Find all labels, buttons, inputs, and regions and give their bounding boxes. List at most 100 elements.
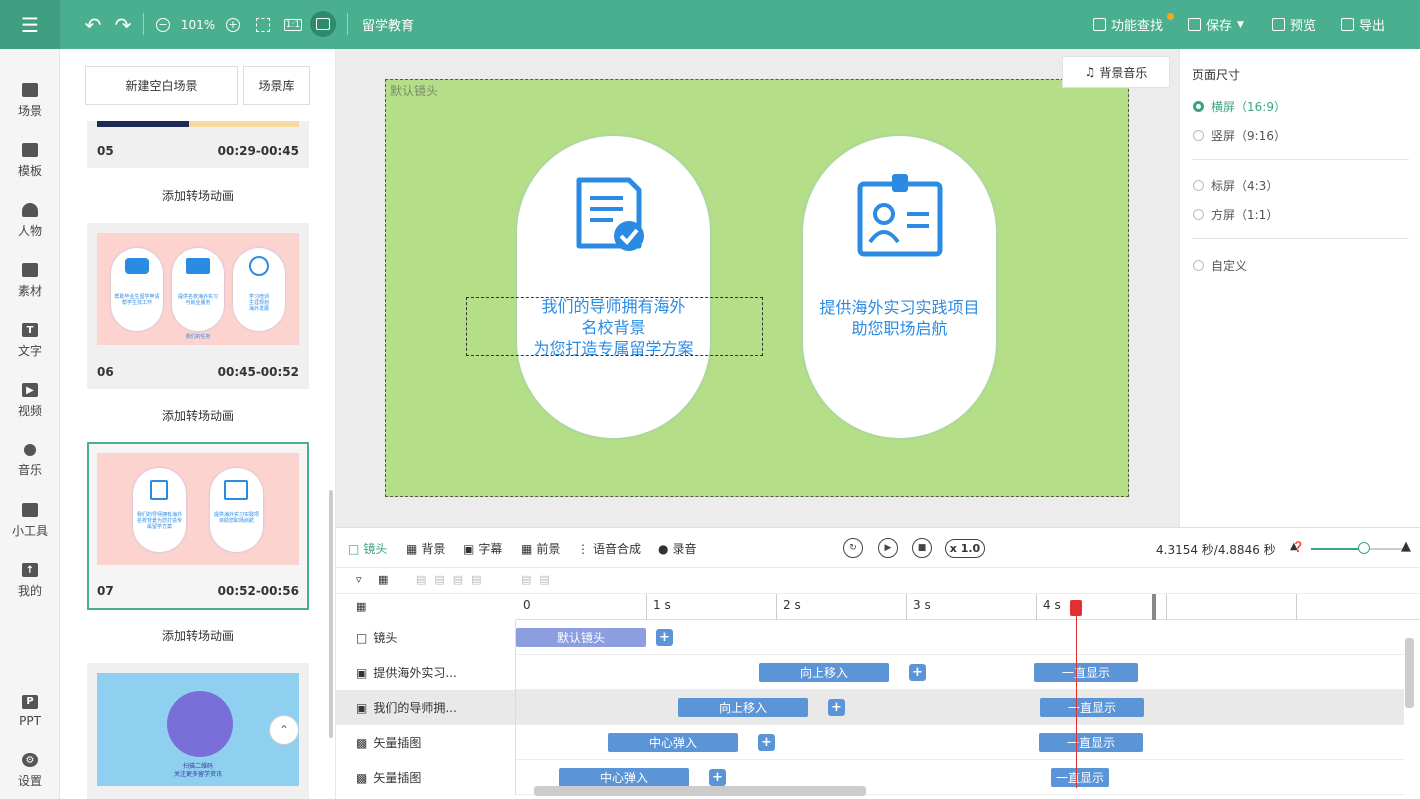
- track-label-camera[interactable]: □ 镜头: [336, 620, 516, 655]
- nav-person[interactable]: 人物: [0, 196, 60, 246]
- actual-size-button[interactable]: 1:1: [280, 0, 306, 49]
- stage[interactable]: 默认镜头 我们的导师拥有海外 名校背景 为您打造专属留学方案 提供海外实习实践项…: [385, 79, 1129, 497]
- scene-scrollbar[interactable]: [329, 490, 333, 738]
- text-box-icon: ▣: [356, 700, 368, 715]
- subtitle-toggle-button[interactable]: [310, 11, 336, 37]
- mountain-large-icon[interactable]: ▲: [1401, 539, 1411, 554]
- add-transition-link[interactable]: 添加转场动画: [60, 627, 335, 644]
- nav-tools[interactable]: 小工具: [0, 496, 60, 546]
- clip-center-pop[interactable]: 中心弹入: [559, 768, 689, 787]
- stop-button[interactable]: ■: [912, 538, 932, 558]
- background-music-button[interactable]: ♫ 背景音乐: [1062, 56, 1170, 88]
- clip-always-show[interactable]: 一直显示: [1051, 768, 1109, 787]
- zoom-out-button[interactable]: −: [150, 0, 176, 49]
- add-effect-button[interactable]: +: [709, 769, 726, 786]
- layer-icon[interactable]: ▦: [378, 573, 388, 586]
- tab-background[interactable]: ▦ 背景: [406, 540, 445, 557]
- add-effect-button[interactable]: +: [909, 664, 926, 681]
- option-square[interactable]: 方屏（1:1）: [1193, 206, 1278, 223]
- time-ruler[interactable]: 0 1 s 2 s 3 s 4 s: [516, 594, 1420, 620]
- tab-label: 前景: [536, 542, 561, 556]
- preview-label: 预览: [1290, 19, 1317, 34]
- tab-tts[interactable]: ⋮ 语音合成: [577, 540, 641, 557]
- clip-center-pop[interactable]: 中心弹入: [608, 733, 738, 752]
- tick-label: 3 s: [913, 598, 931, 612]
- option-portrait[interactable]: 竖屏（9:16）: [1193, 127, 1286, 144]
- option-custom[interactable]: 自定义: [1193, 257, 1247, 274]
- speed-button[interactable]: x 1.0: [945, 539, 985, 558]
- timeline-hscroll[interactable]: [534, 786, 866, 796]
- panel-title: 页面尺寸: [1192, 68, 1241, 82]
- id-badge-icon: [857, 174, 943, 257]
- zoom-in-button[interactable]: +: [220, 0, 246, 49]
- add-transition-link[interactable]: 添加转场动画: [60, 187, 335, 204]
- menu-button[interactable]: ☰: [0, 0, 60, 49]
- track-label-vector-1[interactable]: ▩ 矢量插图: [336, 725, 516, 760]
- option-standard[interactable]: 标屏（4:3）: [1193, 177, 1278, 194]
- track-label-text-2[interactable]: ▣ 我们的导师拥...: [336, 690, 516, 725]
- clip-move-up[interactable]: 向上移入: [759, 663, 889, 682]
- nav-scene[interactable]: 场景: [0, 76, 60, 126]
- scene-library-button[interactable]: 场景库: [243, 66, 310, 105]
- nav-label: 素材: [17, 284, 42, 298]
- text-selection-box[interactable]: [466, 297, 763, 356]
- clip-default-camera[interactable]: 默认镜头: [516, 628, 646, 647]
- zoom-slider-track[interactable]: [1311, 548, 1365, 550]
- option-label: 方屏（1:1）: [1211, 208, 1279, 222]
- tab-camera[interactable]: □ 镜头: [348, 540, 387, 557]
- tools-icon: [22, 503, 38, 517]
- add-effect-button[interactable]: +: [656, 629, 673, 646]
- scroll-to-top-button[interactable]: ⌃: [269, 715, 299, 745]
- tab-foreground[interactable]: ▦ 前景: [521, 540, 560, 557]
- grid-icon[interactable]: ▦: [356, 600, 366, 613]
- top-toolbar: ☰ ↶ ↷ − 101% + 1:1 留学教育 功能查找 保存 ▼ 预览 导出: [0, 0, 1420, 49]
- add-transition-link[interactable]: 添加转场动画: [60, 407, 335, 424]
- save-button[interactable]: 保存 ▼: [1188, 0, 1244, 49]
- distribute-icons[interactable]: ▤▤: [521, 573, 558, 586]
- search-icon: [1093, 18, 1106, 31]
- add-effect-button[interactable]: +: [758, 734, 775, 751]
- nav-label: 音乐: [17, 463, 42, 477]
- scene-card-05[interactable]: 05 00:29-00:45: [87, 121, 309, 168]
- timeline-vscroll[interactable]: [1405, 638, 1414, 708]
- school-icon: [186, 258, 210, 274]
- clip-always-show[interactable]: 一直显示: [1034, 663, 1138, 682]
- export-button[interactable]: 导出: [1341, 0, 1385, 49]
- nav-text[interactable]: T 文字: [0, 316, 60, 366]
- clip-move-up[interactable]: 向上移入: [678, 698, 808, 717]
- redo-button[interactable]: ↷: [110, 0, 136, 49]
- nav-settings[interactable]: ⚙ 设置: [0, 746, 60, 796]
- feature-search-button[interactable]: 功能查找: [1093, 0, 1163, 49]
- filter-icon[interactable]: ▿: [356, 573, 362, 586]
- card-right[interactable]: 提供海外实习实践项目 助您职场启航: [803, 136, 996, 438]
- playhead[interactable]: [1076, 604, 1077, 788]
- option-landscape[interactable]: 横屏（16:9）: [1193, 98, 1286, 115]
- replay-button[interactable]: ↻: [843, 538, 863, 558]
- card-left[interactable]: 我们的导师拥有海外 名校背景 为您打造专属留学方案: [517, 136, 710, 438]
- fullscreen-button[interactable]: [250, 0, 276, 49]
- add-effect-button[interactable]: +: [828, 699, 845, 716]
- scene-card-07[interactable]: 我们的导师拥有海外名校背景为您打造专属留学方案 提供海外实习实践项目助您职场启航…: [87, 442, 309, 610]
- nav-template[interactable]: 模板: [0, 136, 60, 186]
- zoom-slider-knob[interactable]: [1358, 542, 1370, 554]
- clip-always-show[interactable]: 一直显示: [1039, 733, 1143, 752]
- scene-card-06[interactable]: 帮助毕业生留学申请 帮学生找工作 提供名校海外实习 与就业服务 学习培训 生涯规…: [87, 223, 309, 389]
- nav-asset[interactable]: 素材: [0, 256, 60, 306]
- mountain-small-icon[interactable]: ▲: [1290, 541, 1298, 552]
- track-label-text-1[interactable]: ▣ 提供海外实习...: [336, 655, 516, 690]
- nav-my[interactable]: ↑ 我的: [0, 556, 60, 606]
- clip-always-show[interactable]: 一直显示: [1040, 698, 1144, 717]
- nav-music[interactable]: 音乐: [0, 436, 60, 486]
- nav-video[interactable]: ▶ 视频: [0, 376, 60, 426]
- preview-button[interactable]: 预览: [1272, 0, 1316, 49]
- tab-subtitle[interactable]: ▣ 字幕: [463, 540, 502, 557]
- tab-record[interactable]: ● 录音: [658, 540, 697, 557]
- new-scene-button[interactable]: 新建空白场景: [85, 66, 238, 105]
- undo-button[interactable]: ↶: [80, 0, 106, 49]
- track-label-vector-2[interactable]: ▩ 矢量插图: [336, 760, 516, 795]
- radio-icon: [1193, 130, 1204, 141]
- play-button[interactable]: ▶: [878, 538, 898, 558]
- nav-ppt[interactable]: P PPT: [0, 686, 60, 736]
- music-icon: [24, 444, 36, 456]
- align-icons[interactable]: ▤▤▤▤: [416, 573, 490, 586]
